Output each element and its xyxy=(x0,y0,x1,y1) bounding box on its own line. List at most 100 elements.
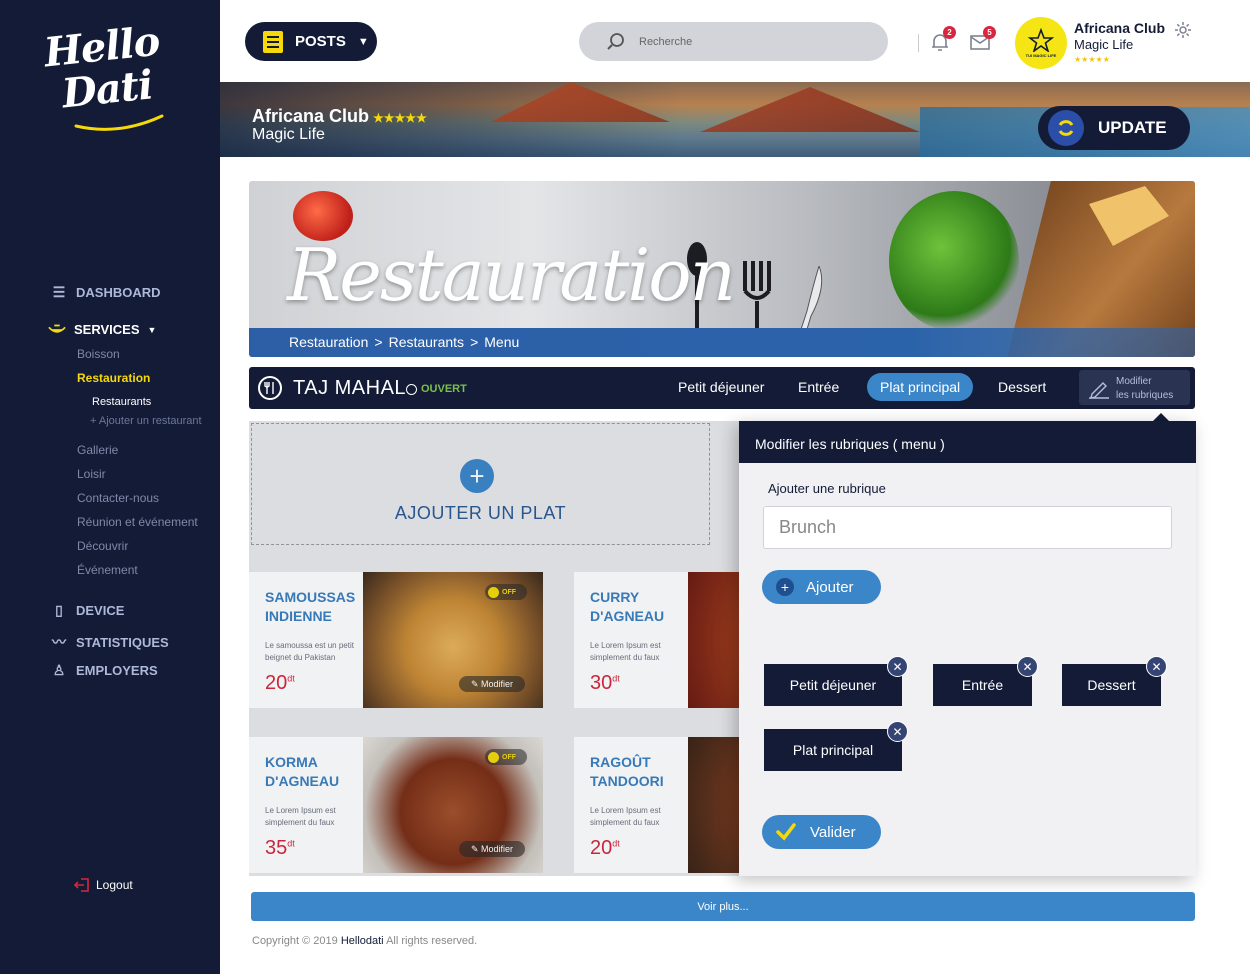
banner-title: Restauration xyxy=(287,233,736,317)
price-currency: dt xyxy=(287,673,295,684)
hotel-hero-banner: Africana Club ★★★★★ Magic Life UPDATE xyxy=(220,82,1250,157)
rubrique-chip-entree[interactable]: Entrée ✕ xyxy=(933,656,1038,706)
breadcrumb-separator: > xyxy=(470,334,479,350)
open-status: OUVERT xyxy=(406,383,467,395)
sidebar-item-label: DASHBOARD xyxy=(76,285,161,300)
rubrique-chip-dessert[interactable]: Dessert ✕ xyxy=(1062,656,1167,706)
rubrique-chip-plat-principal[interactable]: Plat principal ✕ xyxy=(764,721,908,771)
sidebar-item-evenement[interactable]: Événement xyxy=(77,563,138,577)
add-dish-card[interactable]: + AJOUTER UN PLAT xyxy=(251,423,710,545)
dish-description: Le Lorem Ipsum est simplement du faux xyxy=(590,806,661,827)
hellodati-logo[interactable]: Hello Dati xyxy=(42,18,169,136)
hero-title-text: Africana Club xyxy=(252,106,370,126)
messages-button[interactable]: 5 xyxy=(970,26,996,54)
dish-description: Le Lorem Ipsum est simplement du faux xyxy=(265,806,336,827)
sidebar-item-dashboard[interactable]: ☰ DASHBOARD xyxy=(50,284,161,301)
close-icon[interactable]: ✕ xyxy=(887,656,908,677)
hero-image-roof xyxy=(490,82,670,122)
hero-stars: ★★★★★ xyxy=(373,111,427,125)
dish-name: SAMOUSSAS INDIENNE xyxy=(265,589,356,624)
dish-price: 35dt xyxy=(265,837,295,860)
copyright-suffix: All rights reserved. xyxy=(386,935,478,947)
off-toggle[interactable]: OFF xyxy=(485,749,527,765)
menu-lines-icon: ☰ xyxy=(52,284,66,300)
edit-rubriques-button[interactable]: Modifier les rubriques xyxy=(1079,370,1190,405)
club-name: Africana Club xyxy=(1074,20,1166,36)
tab-dessert[interactable]: Dessert xyxy=(998,379,1046,395)
dish-card[interactable]: KORMA D'AGNEAU Le Lorem Ipsum est simple… xyxy=(249,737,543,873)
update-button[interactable]: UPDATE xyxy=(1038,106,1190,150)
dish-image: OFF ✎ Modifier xyxy=(363,737,543,873)
tab-plat-principal[interactable]: Plat principal xyxy=(867,373,974,401)
sidebar-item-label: STATISTIQUES xyxy=(76,634,169,650)
dish-name: KORMA D'AGNEAU xyxy=(265,754,340,789)
breadcrumb-item-menu[interactable]: Menu xyxy=(484,334,519,350)
edit-dish-button[interactable]: ✎ Modifier xyxy=(459,841,525,857)
sidebar-item-statistiques[interactable]: 〰 STATISTIQUES xyxy=(50,632,169,652)
copyright: Copyright © 2019 Hellodati All rights re… xyxy=(252,935,477,947)
search-input[interactable] xyxy=(639,35,859,48)
close-icon[interactable]: ✕ xyxy=(1017,656,1038,677)
see-more-button[interactable]: Voir plus... xyxy=(251,892,1195,921)
breadcrumb-item-restaurants[interactable]: Restaurants xyxy=(389,334,464,350)
price-value: 20 xyxy=(590,837,613,859)
dish-card[interactable]: SAMOUSSAS INDIENNE Le samoussa est un pe… xyxy=(249,572,543,708)
sidebar-item-gallerie[interactable]: Gallerie xyxy=(77,443,118,457)
notifications-button[interactable]: 2 xyxy=(930,26,956,54)
sidebar-item-restaurants[interactable]: Restaurants xyxy=(92,396,151,408)
chip-label: Entrée xyxy=(961,677,1004,693)
pencil-icon: ✎ xyxy=(470,843,482,854)
price-value: 30 xyxy=(590,672,613,694)
posts-label: POSTS xyxy=(295,33,346,50)
sidebar-item-contact[interactable]: Contacter-nous xyxy=(77,491,159,505)
check-icon xyxy=(776,823,796,841)
sidebar-item-restauration[interactable]: Restauration xyxy=(77,371,150,385)
close-icon[interactable]: ✕ xyxy=(1146,656,1167,677)
dish-price: 20dt xyxy=(590,837,620,860)
avatar[interactable]: TUI MAGIC LIFE xyxy=(1015,17,1067,69)
dish-description: Le samoussa est un petit beignet du Paki… xyxy=(265,641,354,662)
sidebar: Hello Dati ☰ DASHBOARD SERVICES ▼ Boisso… xyxy=(0,0,220,974)
clock-icon xyxy=(406,383,417,395)
sidebar-item-decouvrir[interactable]: Découvrir xyxy=(77,539,128,553)
caret-down-icon: ▼ xyxy=(357,35,369,48)
sidebar-item-employers[interactable]: ♙ EMPLOYERS xyxy=(50,662,158,679)
breadcrumb-separator: > xyxy=(374,334,383,350)
refresh-icon xyxy=(1048,110,1084,146)
posts-button[interactable]: POSTS ▼ xyxy=(245,22,377,61)
sidebar-item-services[interactable]: SERVICES ▼ xyxy=(48,322,156,337)
tab-entree[interactable]: Entrée xyxy=(798,379,839,395)
off-toggle[interactable]: OFF xyxy=(485,584,527,600)
star-logo-icon xyxy=(1028,28,1054,52)
sidebar-item-device[interactable]: ▯ DEVICE xyxy=(50,602,124,619)
tab-petit-dejeuner[interactable]: Petit déjeuner xyxy=(678,379,764,395)
add-rubrique-button[interactable]: + Ajouter xyxy=(762,570,881,604)
chevron-down-icon: ▼ xyxy=(147,324,157,335)
off-label: OFF xyxy=(502,753,516,761)
price-currency: dt xyxy=(287,838,295,849)
divider xyxy=(918,34,919,52)
rubrique-name-input[interactable] xyxy=(763,506,1172,549)
close-icon[interactable]: ✕ xyxy=(887,721,908,742)
gear-icon[interactable] xyxy=(1174,21,1192,39)
sidebar-item-loisir[interactable]: Loisir xyxy=(77,467,106,481)
avatar-brand-text: TUI MAGIC LIFE xyxy=(1025,53,1057,58)
copyright-brand[interactable]: Hellodati xyxy=(341,935,384,947)
chip-label: Plat principal xyxy=(792,742,874,758)
sidebar-item-boisson[interactable]: Boisson xyxy=(77,347,120,361)
validate-button[interactable]: Valider xyxy=(762,815,881,849)
chart-line-icon: 〰 xyxy=(52,634,66,650)
dish-name: RAGOÛT TANDOORI xyxy=(590,754,664,789)
rubrique-chip-petit-dejeuner[interactable]: Petit déjeuner ✕ xyxy=(764,656,908,706)
validate-button-label: Valider xyxy=(810,823,856,841)
breadcrumb-item-restauration[interactable]: Restauration xyxy=(289,334,368,350)
panel-title: Modifier les rubriques ( menu ) xyxy=(739,421,1196,463)
edit-dish-label: Modifier xyxy=(481,679,514,689)
logout-icon xyxy=(74,878,89,892)
toggle-dot-icon xyxy=(488,751,499,763)
logout-button[interactable]: Logout xyxy=(74,878,133,892)
edit-label-line-2: les rubriques xyxy=(1116,390,1174,401)
sidebar-item-add-restaurant[interactable]: + Ajouter un restaurant xyxy=(90,415,202,427)
edit-dish-button[interactable]: ✎ Modifier xyxy=(459,676,525,692)
sidebar-item-reunion[interactable]: Réunion et événement xyxy=(77,515,198,529)
